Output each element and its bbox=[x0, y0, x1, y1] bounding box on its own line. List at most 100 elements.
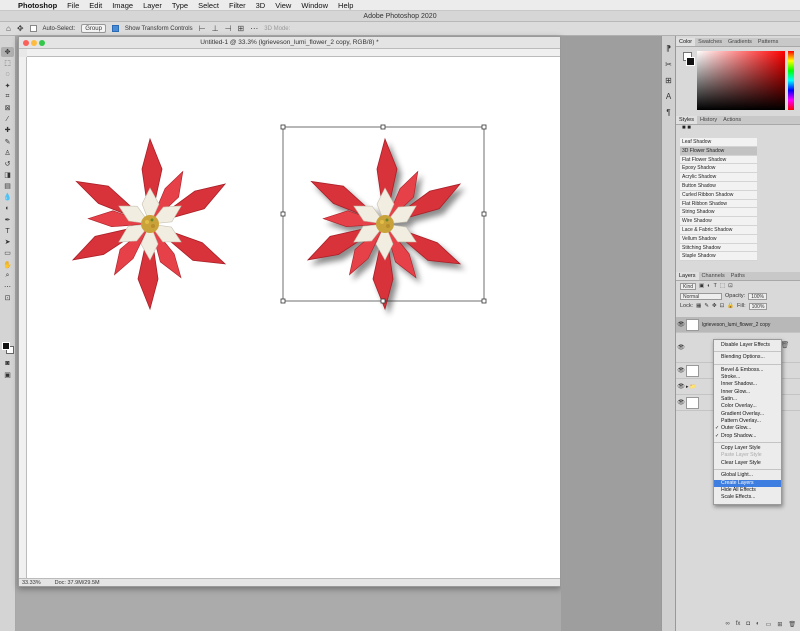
menu-item-copy-layer-style[interactable]: Copy Layer Style bbox=[714, 445, 781, 452]
tab-color[interactable]: Color bbox=[676, 38, 696, 46]
tab-styles[interactable]: Styles bbox=[676, 116, 697, 124]
style-item[interactable]: Lace & Fabric Shadow bbox=[680, 225, 757, 235]
hue-slider[interactable] bbox=[788, 51, 794, 110]
tab-channels[interactable]: Channels bbox=[699, 272, 728, 280]
fx-icon[interactable]: fx bbox=[736, 621, 741, 628]
eye-icon[interactable]: 👁 bbox=[676, 344, 686, 351]
flower-image-left[interactable] bbox=[67, 138, 232, 310]
opacity-input[interactable]: 100% bbox=[748, 292, 767, 300]
align-center-icon[interactable]: ⊥ bbox=[212, 24, 219, 33]
blend-mode-dropdown[interactable]: Normal bbox=[680, 292, 722, 300]
history-brush-icon[interactable]: ↺ bbox=[1, 159, 14, 169]
menu-item-create-layers[interactable]: Create Layers bbox=[714, 479, 781, 487]
minimize-window-icon[interactable] bbox=[31, 40, 37, 46]
style-item[interactable]: Leaf Shadow bbox=[680, 138, 757, 147]
color-picker-field[interactable] bbox=[697, 51, 785, 110]
screen-mode-icon[interactable]: ▣ bbox=[1, 370, 14, 380]
menu-item-global-light[interactable]: Global Light... bbox=[714, 472, 781, 479]
menu-view[interactable]: View bbox=[275, 1, 291, 10]
menu-item-blending-options[interactable]: Blending Options... bbox=[714, 354, 781, 361]
menu-item-inner-shadow[interactable]: Inner Shadow... bbox=[714, 381, 781, 388]
adjustment-layer-icon[interactable]: ◐ bbox=[756, 621, 760, 628]
menu-item-disable-layer-effects[interactable]: Disable Layer Effects bbox=[714, 342, 781, 349]
close-window-icon[interactable] bbox=[23, 40, 29, 46]
menu-image[interactable]: Image bbox=[112, 1, 133, 10]
filter-shape-icon[interactable]: ⬚ bbox=[720, 283, 725, 289]
magic-wand-icon[interactable]: ✦ bbox=[1, 81, 14, 91]
zoom-level[interactable]: 33.33% bbox=[22, 579, 41, 586]
paragraph-icon[interactable]: ¶ bbox=[662, 108, 675, 118]
menu-item-pattern-overlay[interactable]: Pattern Overlay... bbox=[714, 418, 781, 425]
align-right-icon[interactable]: ⊣ bbox=[225, 24, 232, 33]
tab-actions[interactable]: Actions bbox=[720, 116, 744, 124]
eraser-tool-icon[interactable]: ◨ bbox=[1, 170, 14, 180]
quick-mask-icon[interactable]: ◙ bbox=[1, 358, 14, 368]
show-transform-checkbox[interactable] bbox=[111, 25, 119, 32]
type-tool-icon[interactable]: T bbox=[1, 226, 14, 236]
link-layers-icon[interactable]: ∞ bbox=[725, 621, 729, 628]
style-item[interactable]: Acrylic Shadow bbox=[680, 173, 757, 182]
new-layer-icon[interactable]: ⊞ bbox=[777, 621, 782, 628]
tab-gradients[interactable]: Gradients bbox=[725, 38, 755, 46]
character-icon[interactable]: A bbox=[662, 92, 675, 102]
crop-tool-icon[interactable]: ⌗ bbox=[1, 92, 14, 102]
lock-image-icon[interactable]: ✎ bbox=[704, 303, 709, 309]
lock-all-icon[interactable]: 🔒 bbox=[727, 303, 734, 309]
menu-window[interactable]: Window bbox=[301, 1, 328, 10]
path-select-icon[interactable]: ➤ bbox=[1, 237, 14, 247]
tab-swatches[interactable]: Swatches bbox=[695, 38, 725, 46]
menu-layer[interactable]: Layer bbox=[143, 1, 162, 10]
eyedropper-icon[interactable]: ⁄ bbox=[1, 114, 14, 124]
lock-position-icon[interactable]: ✥ bbox=[712, 303, 717, 309]
auto-select-checkbox[interactable] bbox=[29, 25, 37, 32]
align-left-icon[interactable]: ⊢ bbox=[199, 24, 206, 33]
tab-paths[interactable]: Paths bbox=[728, 272, 748, 280]
eye-icon[interactable]: 👁 bbox=[676, 321, 686, 328]
zoom-tool-icon[interactable]: ⌕ bbox=[1, 271, 14, 281]
eye-icon[interactable]: 👁 bbox=[676, 367, 686, 374]
menu-item-gradient-overlay[interactable]: Gradient Overlay... bbox=[714, 411, 781, 418]
menu-filter[interactable]: Filter bbox=[229, 1, 246, 10]
style-item[interactable]: Flat Flower Shadow bbox=[680, 155, 757, 165]
hand-tool-icon[interactable]: ✋ bbox=[1, 260, 14, 270]
menu-item-scale-effects[interactable]: Scale Effects... bbox=[714, 494, 781, 501]
menu-item-drop-shadow[interactable]: ✓ Drop Shadow... bbox=[714, 433, 781, 440]
brush-settings-icon[interactable]: ⁋ bbox=[662, 44, 675, 54]
style-item[interactable]: Button Shadow bbox=[680, 181, 757, 191]
add-mask-icon[interactable]: ◘ bbox=[746, 621, 750, 628]
style-item[interactable]: Curled Ribbon Shadow bbox=[680, 190, 757, 200]
more-options-icon[interactable]: ⋯ bbox=[250, 24, 258, 33]
style-item[interactable]: Flat Ribbon Shadow bbox=[680, 199, 757, 209]
filter-adjustment-icon[interactable]: ◐ bbox=[707, 283, 710, 289]
flower-image-right[interactable] bbox=[302, 138, 467, 310]
filter-type-icon[interactable]: T bbox=[714, 283, 717, 289]
filter-smart-icon[interactable]: ⊡ bbox=[728, 283, 733, 289]
lasso-tool-icon[interactable]: ◌ bbox=[1, 69, 14, 79]
eye-icon[interactable]: 👁 bbox=[676, 383, 686, 390]
menu-item-satin[interactable]: Satin... bbox=[714, 396, 781, 403]
layer-name[interactable]: lgrieveson_lumi_flower_2 copy bbox=[702, 322, 770, 328]
healing-brush-icon[interactable]: ✚ bbox=[1, 125, 14, 135]
distribute-icon[interactable]: ⊞ bbox=[238, 24, 245, 33]
rectangle-tool-icon[interactable]: ▭ bbox=[1, 248, 14, 258]
menu-item-clear-layer-style[interactable]: Clear Layer Style bbox=[714, 460, 781, 467]
menu-type[interactable]: Type bbox=[172, 1, 188, 10]
more-tools-icon[interactable]: ⋯ bbox=[1, 282, 14, 292]
menu-help[interactable]: Help bbox=[338, 1, 353, 10]
tab-history[interactable]: History bbox=[697, 116, 720, 124]
style-item[interactable]: Wire Shadow bbox=[680, 217, 757, 226]
fill-input[interactable]: 100% bbox=[748, 302, 768, 310]
color-panel-background-swatch[interactable] bbox=[686, 57, 695, 66]
menu-file[interactable]: File bbox=[67, 1, 79, 10]
canvas[interactable] bbox=[27, 57, 560, 579]
style-item[interactable]: Staple Shadow bbox=[680, 252, 757, 262]
menu-item-stroke[interactable]: Stroke... bbox=[714, 374, 781, 381]
dodge-tool-icon[interactable]: ◐ bbox=[1, 204, 14, 214]
menu-edit[interactable]: Edit bbox=[89, 1, 102, 10]
delete-layer-icon[interactable]: 🗑 bbox=[788, 621, 796, 628]
clone-source-icon[interactable]: ✂ bbox=[662, 60, 675, 70]
style-item[interactable]: Epoxy Shadow bbox=[680, 164, 757, 174]
menu-select[interactable]: Select bbox=[198, 1, 219, 10]
menu-item-hide-all-effects[interactable]: Hide All Effects bbox=[714, 487, 781, 494]
auto-select-dropdown[interactable]: Group bbox=[81, 24, 106, 33]
